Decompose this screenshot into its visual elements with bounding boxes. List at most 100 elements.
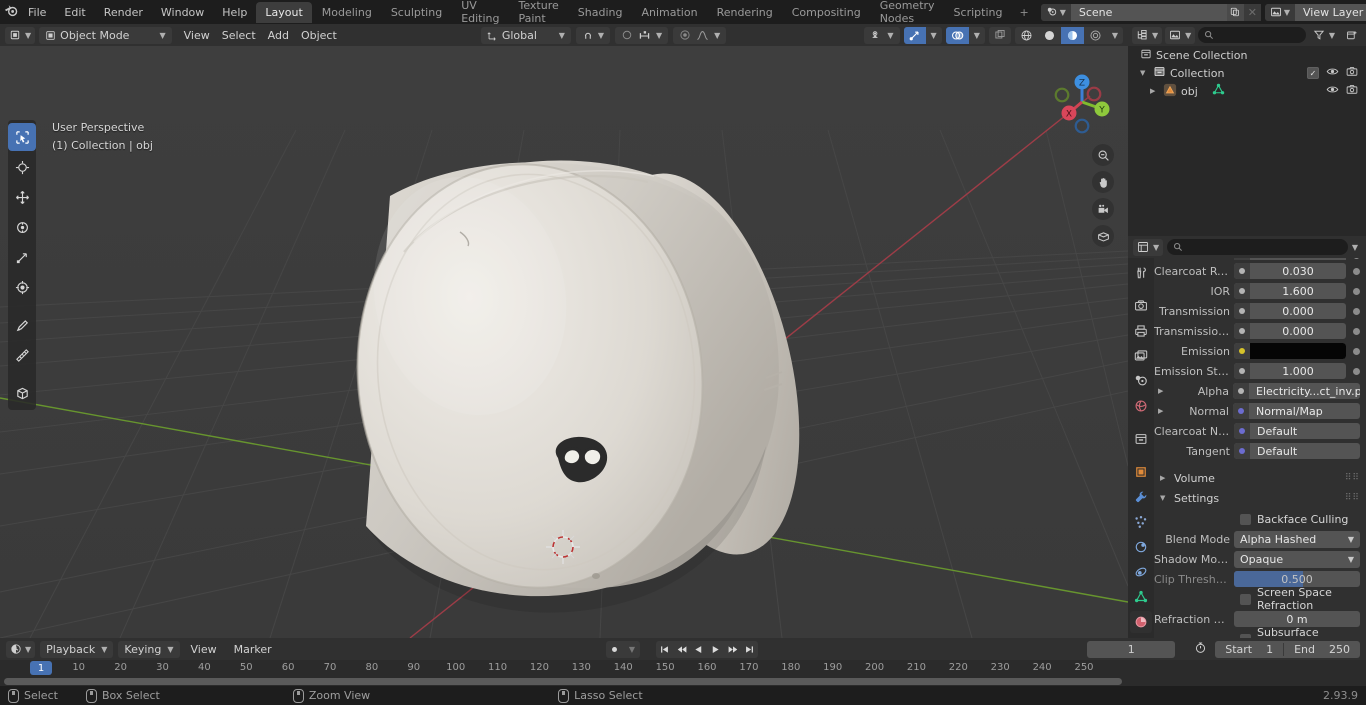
- workspace-tab-sculpting[interactable]: Sculpting: [382, 2, 451, 23]
- current-frame-field[interactable]: 1: [1087, 640, 1176, 658]
- zoom-icon[interactable]: [1092, 144, 1114, 166]
- screen-space-refraction-checkbox[interactable]: [1240, 593, 1251, 605]
- animate-property-dot[interactable]: [1353, 347, 1360, 355]
- socket-icon[interactable]: [1234, 423, 1250, 439]
- use-preview-range-icon[interactable]: [1191, 641, 1210, 657]
- properties-body[interactable]: Clearcoat Rough... 0.030 IOR 1.600 Trans…: [1154, 258, 1366, 688]
- field-emission-strength[interactable]: 1.000: [1234, 363, 1346, 379]
- properties-tab-modifier-icon[interactable]: [1130, 486, 1152, 508]
- scene-name[interactable]: Scene: [1070, 3, 1227, 21]
- end-frame-field[interactable]: End 250: [1284, 643, 1360, 656]
- frame-range-group[interactable]: Start 1 End 250: [1215, 640, 1360, 658]
- camera-icon[interactable]: [1346, 66, 1358, 80]
- unlink-scene-button[interactable]: ✕: [1243, 3, 1261, 21]
- field-normal[interactable]: Normal/Map: [1233, 403, 1360, 419]
- refraction-depth-field[interactable]: 0 m: [1234, 611, 1360, 627]
- overlay-toggle-group[interactable]: ▼: [945, 26, 985, 44]
- view-layer-name[interactable]: View Layer: [1295, 3, 1366, 21]
- clip-threshold-slider[interactable]: 0.500: [1234, 571, 1360, 587]
- field-transmission-roughness[interactable]: 0.000: [1234, 323, 1346, 339]
- menu-help[interactable]: Help: [213, 3, 256, 22]
- properties-tab-viewlayer-icon[interactable]: [1130, 345, 1152, 367]
- menu-render[interactable]: Render: [95, 3, 152, 22]
- rendered-shading-button[interactable]: [1084, 27, 1107, 44]
- property-row-transmission-roughness[interactable]: Transmission R... 0.000: [1154, 322, 1360, 340]
- property-row-tangent[interactable]: Tangent Default: [1154, 442, 1360, 460]
- measure-tool[interactable]: [8, 341, 36, 369]
- panel-grip-icon[interactable]: ⠿⠿: [1345, 473, 1360, 482]
- menu-window[interactable]: Window: [152, 3, 213, 22]
- timeline-scrollbar[interactable]: [4, 678, 1122, 685]
- property-row-clearcoat-normal[interactable]: Clearcoat Normal Default: [1154, 422, 1360, 440]
- proportional-falloff-button[interactable]: ▼: [673, 26, 727, 44]
- shading-mode-group[interactable]: ▼: [1014, 26, 1123, 44]
- property-row-refraction-depth[interactable]: Refraction Depth 0 m: [1154, 610, 1360, 628]
- viewlayer-icon[interactable]: ▼: [1264, 3, 1295, 21]
- properties-tab-tool-icon[interactable]: [1130, 262, 1152, 284]
- expand-triangle-icon[interactable]: ▶: [1158, 387, 1167, 395]
- scene-icon[interactable]: ▼: [1040, 3, 1071, 21]
- timeline-editor-type-button[interactable]: ▼: [6, 640, 36, 658]
- workspace-tab-animation[interactable]: Animation: [632, 2, 706, 23]
- emission-color-swatch[interactable]: [1250, 343, 1346, 359]
- animate-property-dot[interactable]: [1353, 327, 1360, 335]
- outliner-row-obj[interactable]: ▶ obj: [1128, 82, 1366, 100]
- workspace-tab-rendering[interactable]: Rendering: [708, 2, 782, 23]
- properties-tab-render-icon[interactable]: [1130, 295, 1152, 317]
- timeline-menu-marker[interactable]: Marker: [228, 641, 278, 658]
- proportional-edit-button[interactable]: ▼: [615, 26, 669, 44]
- expand-triangle-icon[interactable]: ▶: [1158, 407, 1167, 415]
- move-tool[interactable]: [8, 183, 36, 211]
- outliner-search-input[interactable]: [1198, 27, 1306, 43]
- select-box-tool[interactable]: [8, 123, 36, 151]
- properties-tab-particles-icon[interactable]: [1130, 511, 1152, 533]
- workspace-tab-compositing[interactable]: Compositing: [783, 2, 870, 23]
- object-mode-selector[interactable]: Object Mode ▼: [39, 26, 172, 44]
- outliner-display-mode-button[interactable]: ▼: [1165, 26, 1196, 44]
- scale-tool[interactable]: [8, 243, 36, 271]
- menu-edit[interactable]: Edit: [55, 3, 94, 22]
- socket-icon[interactable]: [1234, 303, 1250, 319]
- add-workspace-button[interactable]: +: [1012, 2, 1035, 23]
- backface-culling-checkbox[interactable]: [1240, 513, 1251, 525]
- material-preview-shading-button[interactable]: [1060, 26, 1084, 44]
- mesh-data-icon[interactable]: [1212, 83, 1225, 99]
- playback-controls[interactable]: [656, 640, 759, 658]
- socket-icon[interactable]: [1233, 383, 1249, 399]
- toggle-ortho-icon[interactable]: [1092, 225, 1114, 247]
- solid-shading-button[interactable]: [1038, 27, 1061, 44]
- properties-tab-object-icon[interactable]: [1130, 461, 1152, 483]
- viewport-menu-view[interactable]: View: [178, 27, 216, 44]
- 3d-viewport[interactable]: User Perspective (1) Collection | obj Z …: [0, 46, 1128, 638]
- properties-tab-output-icon[interactable]: [1130, 320, 1152, 342]
- socket-icon[interactable]: [1234, 363, 1250, 379]
- socket-icon[interactable]: [1233, 403, 1249, 419]
- wireframe-shading-button[interactable]: [1015, 27, 1038, 44]
- collapse-triangle-icon[interactable]: ▶: [1160, 474, 1169, 482]
- property-row-normal[interactable]: ▶ Normal Normal/Map: [1154, 402, 1360, 420]
- field-clearcoat-normal[interactable]: Default: [1234, 423, 1360, 439]
- animate-property-dot[interactable]: [1353, 287, 1360, 295]
- properties-tab-collection-icon[interactable]: [1130, 428, 1152, 450]
- property-row-ior[interactable]: IOR 1.600: [1154, 282, 1360, 300]
- show-gizmo-button[interactable]: [903, 26, 926, 44]
- jump-to-start-button[interactable]: [656, 641, 673, 658]
- field-transmission[interactable]: 0.000: [1234, 303, 1346, 319]
- properties-tab-scene-icon[interactable]: [1130, 370, 1152, 392]
- timeline-editor[interactable]: 10 20 30 40 50 60 70 80 90 100 110 120 130 140 150 160 1…: [0, 660, 1366, 686]
- menu-file[interactable]: File: [19, 3, 55, 22]
- field-emission-color[interactable]: [1234, 343, 1346, 359]
- start-frame-field[interactable]: Start 1: [1215, 643, 1283, 656]
- properties-tab-world-icon[interactable]: [1130, 395, 1152, 417]
- panel-header-volume[interactable]: ▶ Volume ⠿⠿: [1154, 468, 1366, 488]
- socket-icon[interactable]: [1234, 263, 1250, 279]
- field-alpha[interactable]: Electricity...ct_inv.png: [1233, 383, 1360, 399]
- properties-search-input[interactable]: [1167, 239, 1348, 255]
- workspace-tab-layout[interactable]: Layout: [256, 1, 312, 23]
- timeline-menu-keying[interactable]: Keying ▼: [118, 640, 180, 658]
- navigation-gizmo[interactable]: Z Y X: [1048, 68, 1116, 136]
- animate-property-dot[interactable]: [1353, 307, 1360, 315]
- viewport-menu-select[interactable]: Select: [216, 27, 262, 44]
- property-row-clip-threshold[interactable]: Clip Threshold 0.500: [1154, 570, 1360, 588]
- properties-tab-constraints-icon[interactable]: [1130, 561, 1152, 583]
